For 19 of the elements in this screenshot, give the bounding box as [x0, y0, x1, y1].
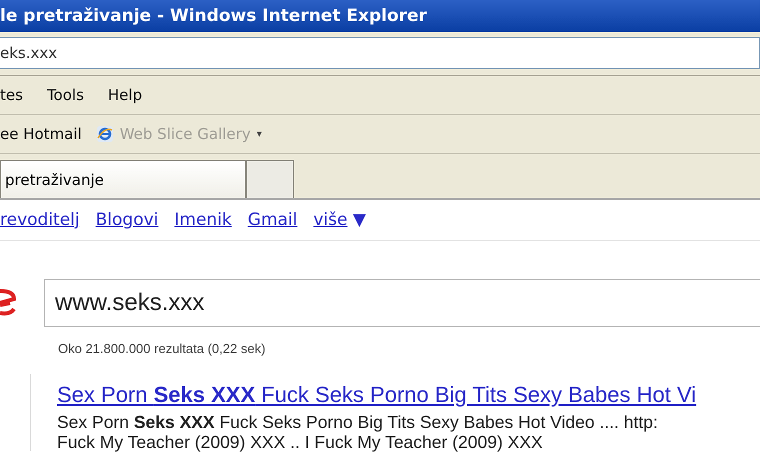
new-tab-button[interactable]	[246, 160, 294, 198]
browser-icon	[96, 125, 114, 143]
nav-link[interactable]: Imenik	[174, 210, 232, 230]
nav-link[interactable]: Blogovi	[96, 210, 158, 230]
result-link[interactable]: Sex Porn Seks XXX Fuck Seks Porno Big Tits Sexy Babes Hot Vi	[57, 382, 760, 408]
browser-tab[interactable]: pretraživanje	[0, 160, 246, 198]
result-snippet: Sex Porn Seks XXX Fuck Seks Porno Big Tits Sexy Babes Hot Video .... http:	[57, 412, 659, 433]
result-stats: Oko 21.800.000 rezultata (0,22 sek)	[58, 341, 266, 356]
menu-item[interactable]: tes	[0, 86, 23, 104]
more-link[interactable]: više ▼	[313, 210, 366, 230]
result-snippet: Fuck My Teacher (2009) XXX .. I Fuck My Teacher (2009) XXX	[57, 433, 544, 451]
menu-item[interactable]: Tools	[46, 86, 84, 104]
menu-item[interactable]: Help	[108, 86, 142, 104]
nav-link[interactable]: revoditelj	[0, 210, 80, 230]
window-title: le pretraživanje - Windows Internet Explorer	[0, 0, 760, 32]
search-field[interactable]: www.seks.xxx	[44, 279, 760, 327]
nav-link[interactable]: Gmail	[248, 210, 298, 230]
address-field[interactable]: eks.xxx	[0, 37, 760, 69]
favorites-item[interactable]: ee Hotmail	[0, 125, 82, 143]
